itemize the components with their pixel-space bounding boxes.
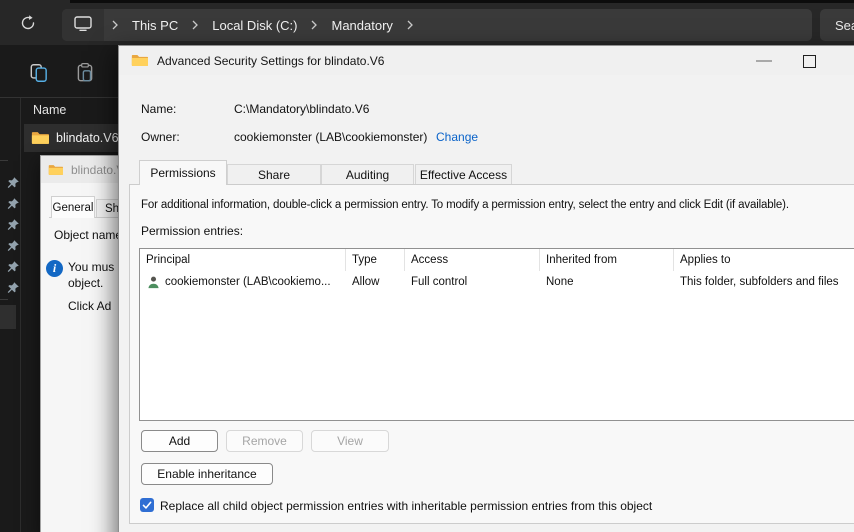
pin-icon[interactable] bbox=[6, 197, 20, 211]
file-row-blindato-v6[interactable]: blindato.V6 bbox=[24, 124, 119, 152]
desktop-screen: This PC Local Disk (C:) Mandatory Sea bbox=[0, 0, 854, 532]
search-input[interactable]: Sea bbox=[820, 9, 854, 41]
view-button[interactable]: View bbox=[311, 430, 389, 452]
pin-icon[interactable] bbox=[6, 281, 20, 295]
row-type: Allow bbox=[352, 276, 380, 288]
info-text-line: You mus bbox=[68, 260, 115, 274]
breadcrumb-chevron-icon bbox=[303, 20, 325, 30]
refresh-icon[interactable] bbox=[18, 13, 38, 33]
permission-entries-table[interactable]: Principal Type Access Inherited from App… bbox=[139, 248, 854, 421]
tab-auditing[interactable]: Auditing bbox=[321, 164, 414, 185]
pin-icon[interactable] bbox=[6, 176, 20, 190]
permission-entries-label: Permission entries: bbox=[141, 224, 244, 238]
paste-icon[interactable] bbox=[74, 62, 96, 84]
table-header-row[interactable]: Principal Type Access Inherited from App… bbox=[140, 249, 854, 271]
table-row[interactable]: cookiemonster (LAB\cookiemo... Allow Ful… bbox=[140, 271, 854, 293]
nav-pane-divider bbox=[20, 98, 21, 532]
copy-icon[interactable] bbox=[28, 62, 50, 84]
user-avatar-icon bbox=[146, 275, 161, 290]
minimize-icon bbox=[756, 60, 772, 62]
minimize-button[interactable] bbox=[751, 52, 777, 70]
window-top-edge bbox=[70, 0, 854, 3]
name-value: C:\Mandatory\blindato.V6 bbox=[234, 102, 370, 116]
file-list-name-column-header[interactable]: Name bbox=[33, 103, 66, 117]
rail-selected-item[interactable] bbox=[0, 305, 16, 329]
checkmark-icon bbox=[142, 501, 152, 509]
column-header-type[interactable]: Type bbox=[346, 249, 405, 271]
tab-general[interactable]: General bbox=[51, 196, 95, 218]
name-label: Name: bbox=[141, 102, 177, 116]
advanced-security-dialog: Advanced Security Settings for blindato.… bbox=[118, 45, 854, 532]
pin-icon[interactable] bbox=[6, 239, 20, 253]
instruction-text: For additional information, double-click… bbox=[141, 199, 789, 211]
breadcrumb-chevron-icon bbox=[184, 20, 206, 30]
address-bar[interactable]: This PC Local Disk (C:) Mandatory bbox=[62, 9, 812, 41]
rail-divider bbox=[0, 299, 8, 300]
breadcrumb-this-pc[interactable]: This PC bbox=[126, 18, 184, 33]
search-box-text: Sea bbox=[835, 17, 854, 33]
info-icon: i bbox=[46, 260, 63, 277]
owner-label: Owner: bbox=[141, 130, 180, 144]
column-header-inherited-from[interactable]: Inherited from bbox=[540, 249, 674, 271]
breadcrumb-chevron-icon bbox=[399, 20, 421, 30]
replace-child-permissions-checkbox[interactable] bbox=[140, 498, 154, 512]
folder-icon bbox=[31, 131, 49, 145]
file-row-label: blindato.V6 bbox=[56, 131, 119, 145]
dialog-titlebar[interactable]: Advanced Security Settings for blindato.… bbox=[119, 46, 854, 75]
remove-button[interactable]: Remove bbox=[226, 430, 303, 452]
column-header-principal[interactable]: Principal bbox=[140, 249, 346, 271]
tab-share[interactable]: Share bbox=[227, 164, 321, 185]
maximize-button[interactable] bbox=[803, 55, 816, 68]
info-text-line: Click Ad bbox=[68, 299, 112, 313]
folder-icon bbox=[48, 164, 63, 176]
object-name-label: Object name bbox=[54, 228, 123, 242]
dialog-title: Advanced Security Settings for blindato.… bbox=[157, 53, 385, 68]
owner-value: cookiemonster (LAB\cookiemonster) bbox=[234, 130, 428, 144]
replace-child-permissions-label[interactable]: Replace all child object permission entr… bbox=[160, 499, 652, 513]
info-text-line: object. bbox=[68, 276, 104, 290]
column-header-applies-to[interactable]: Applies to bbox=[674, 249, 854, 271]
row-access: Full control bbox=[411, 276, 468, 288]
folder-icon bbox=[131, 54, 148, 67]
row-inherited-from: None bbox=[546, 276, 574, 288]
add-button[interactable]: Add bbox=[141, 430, 218, 452]
enable-inheritance-button[interactable]: Enable inheritance bbox=[141, 463, 273, 485]
monitor-icon bbox=[73, 14, 93, 37]
row-applies-to: This folder, subfolders and files bbox=[680, 276, 839, 288]
column-header-access[interactable]: Access bbox=[405, 249, 540, 271]
row-principal: cookiemonster (LAB\cookiemo... bbox=[165, 276, 331, 288]
this-pc-dropdown[interactable] bbox=[62, 9, 104, 41]
pin-icon[interactable] bbox=[6, 260, 20, 274]
rail-divider bbox=[0, 160, 8, 161]
tab-permissions[interactable]: Permissions bbox=[139, 160, 227, 185]
breadcrumb-chevron-icon bbox=[104, 20, 126, 30]
pin-icon[interactable] bbox=[6, 218, 20, 232]
properties-dialog-title: blindato.V bbox=[71, 162, 125, 177]
toolbar-divider bbox=[0, 97, 120, 98]
change-owner-link[interactable]: Change bbox=[436, 130, 478, 144]
breadcrumb-mandatory[interactable]: Mandatory bbox=[325, 18, 398, 33]
tab-effective-access[interactable]: Effective Access bbox=[415, 164, 512, 185]
breadcrumb-local-disk-c[interactable]: Local Disk (C:) bbox=[206, 18, 303, 33]
explorer-toolbar: This PC Local Disk (C:) Mandatory Sea bbox=[0, 0, 854, 45]
